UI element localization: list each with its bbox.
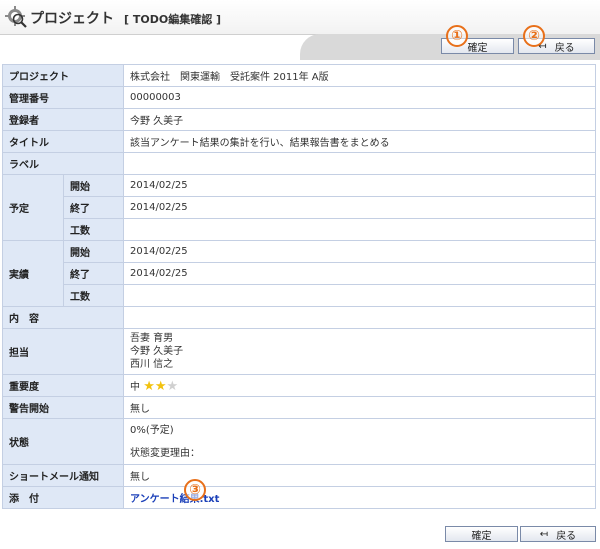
label-content: 内 容 [2, 306, 124, 329]
status-value: 0%(予定) [130, 424, 174, 436]
row-plan-effort: 工数 [3, 218, 596, 241]
value-project: 株式会社 関東運輸 受託案件 2011年 A版 [123, 64, 596, 87]
label-attachment: 添 付 [2, 486, 124, 509]
back-button-bottom[interactable]: ↤ 戻る [520, 526, 596, 542]
value-manage-no: 00000003 [123, 86, 596, 109]
value-plan-end: 2014/02/25 [123, 196, 596, 219]
page-subtitle: [ TODO編集確認 ] [124, 13, 222, 26]
label-actual-end: 終了 [63, 262, 124, 285]
status-reason-label: 状態変更理由： [130, 447, 200, 459]
label-plan: 予定 [2, 174, 64, 241]
star-icon: ★ [166, 379, 179, 394]
label-shortmail: ショートメール通知 [2, 464, 124, 487]
callout-1: ① [446, 25, 468, 47]
row-content: 内 容 [2, 306, 596, 329]
value-plan-start: 2014/02/25 [123, 174, 596, 197]
row-plan-end: 終了 2014/02/25 [3, 196, 596, 219]
label-actual-effort: 工数 [63, 284, 124, 307]
label-title: タイトル [2, 130, 124, 153]
toolbar-top: 確定 ↤ 戻る [0, 34, 600, 60]
value-plan-effort [123, 218, 596, 241]
label-status: 状態 [2, 418, 124, 465]
label-plan-start: 開始 [63, 174, 124, 197]
label-alert: 警告開始 [2, 396, 124, 419]
label-label: ラベル [2, 152, 124, 175]
assignee-item: 吾妻 育男 [130, 333, 174, 344]
star-icon: ★ [154, 379, 167, 394]
label-plan-end: 終了 [63, 196, 124, 219]
row-label: ラベル [2, 152, 596, 175]
value-registrant: 今野 久美子 [123, 108, 596, 131]
label-manage-no: 管理番号 [2, 86, 124, 109]
row-actual-start: 実績 開始 2014/02/25 [2, 240, 596, 307]
row-registrant: 登録者 今野 久美子 [2, 108, 596, 131]
label-actual-start: 開始 [63, 240, 124, 263]
row-manage-no: 管理番号 00000003 [2, 86, 596, 109]
row-plan-start: 予定 開始 2014/02/25 [2, 174, 596, 241]
row-status: 状態 0%(予定) 状態変更理由： [2, 418, 596, 465]
assignee-item: 西川 信之 [130, 359, 174, 370]
value-priority: 中 ★★★ [123, 374, 596, 397]
label-project: プロジェクト [2, 64, 124, 87]
value-actual-end: 2014/02/25 [123, 262, 596, 285]
label-priority: 重要度 [2, 374, 124, 397]
page-title: プロジェクト[ TODO編集確認 ] [30, 11, 222, 27]
page-header: プロジェクト[ TODO編集確認 ] [0, 0, 600, 35]
star-icon: ★ [143, 379, 155, 394]
todo-detail-table: プロジェクト 株式会社 関東運輸 受託案件 2011年 A版 管理番号 0000… [2, 64, 596, 509]
callout-3: ③ [184, 479, 206, 501]
label-plan-effort: 工数 [63, 218, 124, 241]
value-content [123, 306, 596, 329]
attachment-link[interactable]: アンケート結果.txt [130, 494, 219, 505]
value-actual-start: 2014/02/25 [123, 240, 596, 263]
confirm-button-bottom[interactable]: 確定 [445, 526, 518, 542]
row-project: プロジェクト 株式会社 関東運輸 受託案件 2011年 A版 [2, 64, 596, 87]
value-actual-effort [123, 284, 596, 307]
callout-2: ② [523, 25, 545, 47]
row-priority: 重要度 中 ★★★ [2, 374, 596, 397]
label-assignee: 担当 [2, 328, 124, 375]
row-attachment: 添 付 アンケート結果.txt [2, 486, 596, 509]
back-arrow-icon: ↤ [539, 528, 549, 540]
row-shortmail: ショートメール通知 無し [2, 464, 596, 487]
row-actual-end: 終了 2014/02/25 [3, 262, 596, 285]
row-actual-effort: 工数 [3, 284, 596, 307]
value-status: 0%(予定) 状態変更理由： [123, 418, 596, 465]
value-title: 該当アンケート結果の集計を行い、結果報告書をまとめる [123, 130, 596, 153]
value-assignee: 吾妻 育男 今野 久美子 西川 信之 [123, 328, 596, 375]
row-assignee: 担当 吾妻 育男 今野 久美子 西川 信之 [2, 328, 596, 375]
label-registrant: 登録者 [2, 108, 124, 131]
priority-text: 中 [130, 382, 140, 393]
gear-search-icon [5, 6, 27, 28]
value-alert: 無し [123, 396, 596, 419]
assignee-item: 今野 久美子 [130, 346, 184, 357]
priority-stars: ★★★ [143, 379, 179, 394]
row-alert: 警告開始 無し [2, 396, 596, 419]
row-title: タイトル 該当アンケート結果の集計を行い、結果報告書をまとめる [2, 130, 596, 153]
value-label [123, 152, 596, 175]
label-actual: 実績 [2, 240, 64, 307]
